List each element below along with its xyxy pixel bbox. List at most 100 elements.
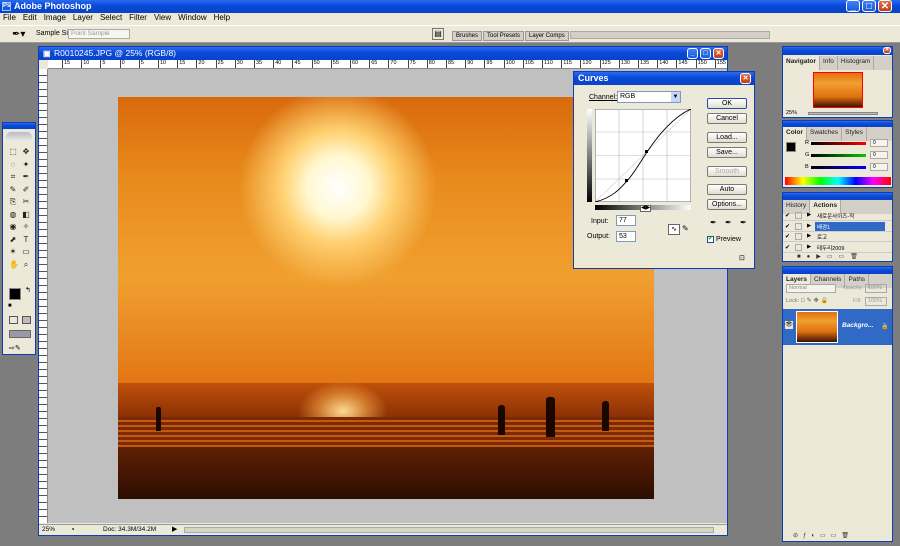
action-dialog-toggle[interactable] [795,233,802,240]
tab-navigator[interactable]: Navigator [783,56,820,70]
menu-layer[interactable]: Layer [73,13,93,25]
g-slider[interactable] [811,154,866,157]
quickmask-mode-icon[interactable] [22,316,31,324]
doc-minimize-button[interactable]: _ [687,48,698,59]
r-value[interactable]: 0 [870,139,888,147]
menu-select[interactable]: Select [100,13,122,25]
doc-maximize-button[interactable]: □ [700,48,711,59]
shape-tool-icon[interactable]: ▭ [22,248,30,256]
action-enabled-check-icon[interactable]: ✔ [785,244,792,251]
standard-mode-icon[interactable] [9,316,18,324]
horizontal-ruler[interactable]: 15 10 5 0 5 10 15 20 25 30 35 40 45 50 55 60 65 70 75 80 85 9… [48,60,727,69]
menu-filter[interactable]: Filter [129,13,147,25]
magic-wand-tool-icon[interactable]: ✦ [22,160,30,169]
action-item[interactable]: ✔ ▶ 배경1 [783,221,892,232]
tab-color[interactable]: Color [783,127,807,141]
fg-color-swatch[interactable] [786,142,796,152]
action-dialog-toggle[interactable] [795,222,802,230]
tab-info[interactable]: Info [820,56,838,70]
menu-image[interactable]: Image [44,13,66,25]
tab-histogram[interactable]: Histogram [838,56,875,70]
lock-icons[interactable]: □✎✥🔒 [801,297,830,304]
smooth-button[interactable]: Smooth [707,166,747,177]
color-spectrum-ramp[interactable] [785,177,891,185]
status-menu-arrow-icon[interactable]: ▶ [172,525,177,533]
crop-tool-icon[interactable]: ⌗ [9,173,17,181]
expand-arrow-icon[interactable]: ▶ [807,212,811,218]
eyedropper-tool-icon[interactable]: ✒▾ [12,29,25,40]
gray-eyedropper-icon[interactable]: ✒ [725,218,732,227]
jump-to-imageready-icon[interactable]: ⇨✎ [9,344,31,352]
menu-help[interactable]: Help [214,13,230,25]
sample-size-select[interactable]: Point Sample [68,29,130,39]
close-button[interactable]: ✕ [878,0,892,12]
slice-tool-icon[interactable]: ✒ [22,173,30,181]
vertical-ruler[interactable] [39,69,48,523]
tab-swatches[interactable]: Swatches [807,127,843,141]
history-brush-tool-icon[interactable]: ✂ [22,198,30,206]
layer-row-background[interactable]: 👁 Backgro... 🔒 [783,309,892,345]
cancel-button[interactable]: Cancel [707,113,747,124]
input-field[interactable] [616,215,636,226]
path-selection-tool-icon[interactable]: ⬈ [9,235,17,244]
action-enabled-check-icon[interactable]: ✔ [785,212,792,219]
opacity-value[interactable]: 100% [865,284,887,293]
healing-brush-tool-icon[interactable]: ✎ [9,185,17,194]
gradient-toggle-icon[interactable]: ◀▶ [640,205,652,212]
well-tab-brushes[interactable]: Brushes [452,31,483,41]
action-item[interactable]: ✔ ▶ 새로운사이즈-작 [783,211,892,221]
palette-well-icon[interactable]: ▤ [432,28,444,40]
channel-select[interactable]: RGB ▼ [617,91,681,103]
options-button[interactable]: Options... [707,199,747,210]
adobe-feather-icon[interactable] [6,132,32,142]
g-value[interactable]: 0 [870,151,888,159]
action-dialog-toggle[interactable] [795,212,802,219]
lasso-tool-icon[interactable]: ◌ [9,160,17,169]
marquee-tool-icon[interactable]: ⬚ [9,148,17,156]
expand-icon[interactable]: ⊡ [739,254,745,262]
brush-tool-icon[interactable]: ✐ [22,185,30,194]
dodge-tool-icon[interactable]: ✧ [22,223,30,231]
navigator-zoom-slider[interactable] [808,112,878,115]
menu-view[interactable]: View [154,13,171,25]
well-tab-tool-presets[interactable]: Tool Presets [483,31,525,41]
action-enabled-check-icon[interactable]: ✔ [785,223,792,230]
horizontal-scrollbar[interactable] [184,527,714,533]
pencil-tool-icon[interactable]: ✎ [682,224,689,233]
tab-styles[interactable]: Styles [842,127,867,141]
eraser-tool-icon[interactable]: ◍ [9,210,17,219]
action-item[interactable]: ✔ ▶ 로고 [783,232,892,242]
menu-window[interactable]: Window [178,13,206,25]
navigator-thumbnail[interactable] [813,72,863,108]
action-enabled-check-icon[interactable]: ✔ [785,233,792,240]
navigator-zoom[interactable]: 25% [786,110,797,116]
chevron-down-icon[interactable]: ▼ [671,92,680,102]
save-button[interactable]: Save... [707,147,747,158]
b-value[interactable]: 0 [870,163,888,171]
menu-file[interactable]: File [3,13,16,25]
blend-mode-select[interactable]: Normal [786,284,836,293]
move-tool-icon[interactable]: ✥ [22,148,30,156]
minimize-button[interactable]: _ [846,0,860,12]
screen-mode-icons[interactable] [9,330,31,338]
zoom-level[interactable]: 25% [42,526,55,533]
actions-toolbar[interactable]: ■●▶▭▭🗑 [783,253,892,261]
layers-toolbar[interactable]: ⊘ƒ◐▭▭🗑 [783,532,892,541]
zoom-tool-icon[interactable]: ⌕ [22,260,30,269]
ok-button[interactable]: OK [707,98,747,109]
auto-button[interactable]: Auto [707,184,747,195]
expand-arrow-icon[interactable]: ▶ [807,233,811,239]
navigator-close-button[interactable]: ✕ [883,47,891,54]
maximize-button[interactable]: □ [862,0,876,12]
fill-value[interactable]: 100% [865,297,887,306]
well-tab-layer-comps[interactable]: Layer Comps [525,31,569,41]
action-dialog-toggle[interactable] [795,243,802,251]
type-tool-icon[interactable]: T [22,235,30,244]
foreground-color-swatch[interactable] [9,288,21,300]
pen-tool-icon[interactable]: ✶ [9,248,17,256]
action-item[interactable]: ✔ ▶ 테두리2009 [783,243,892,253]
output-field[interactable] [616,231,636,242]
blur-tool-icon[interactable]: ◉ [9,223,17,231]
preview-checkbox[interactable]: ✔ [707,236,714,243]
white-eyedropper-icon[interactable]: ✒ [740,218,747,227]
